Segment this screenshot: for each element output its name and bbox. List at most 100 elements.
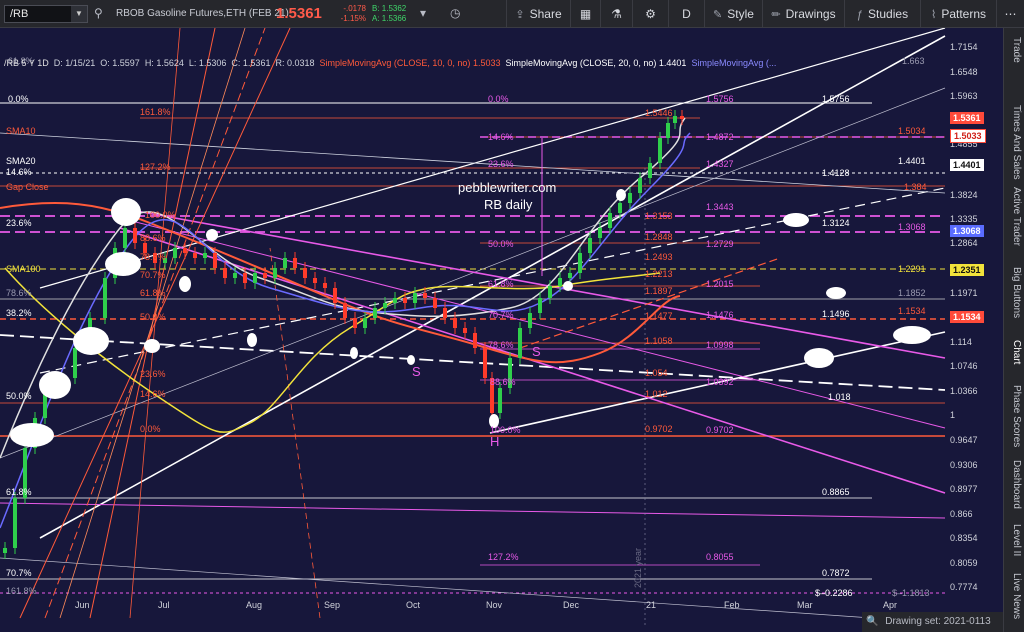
rail-tab-live-news[interactable]: Live News bbox=[1006, 568, 1022, 624]
trendline bbox=[269, 247, 321, 619]
candle-body bbox=[303, 268, 307, 278]
drawings-button[interactable]: ✏ Drawings bbox=[762, 0, 844, 28]
candle-body bbox=[518, 328, 522, 358]
ma-label: SMA20 bbox=[6, 156, 36, 166]
sma-blue-badge: 1.3068 bbox=[950, 225, 984, 237]
gap-label: Gap Close bbox=[6, 182, 49, 192]
fib-value: 1.0392 bbox=[706, 377, 734, 387]
candle-body bbox=[433, 298, 437, 308]
rail-tab-chart[interactable]: Chart bbox=[1006, 334, 1022, 370]
annotation-ellipse bbox=[206, 229, 218, 241]
annotation-ellipse bbox=[804, 348, 834, 368]
time-tick: Sep bbox=[324, 600, 341, 610]
share-button[interactable]: ⇪ Share bbox=[506, 0, 570, 28]
candle-body bbox=[568, 273, 572, 278]
candle-body bbox=[680, 116, 684, 119]
studies-icon: ƒ bbox=[856, 9, 864, 21]
candle-body bbox=[588, 238, 592, 253]
time-tick: Jun bbox=[75, 600, 90, 610]
trendline bbox=[0, 557, 946, 624]
fib-label: 161.8% bbox=[140, 107, 171, 117]
price-tick: 0.866 bbox=[950, 509, 973, 519]
trendline bbox=[0, 502, 946, 519]
sma-yellow-badge: 1.2351 bbox=[950, 264, 984, 276]
more-icon: ⋯ bbox=[1004, 7, 1017, 21]
fib-label: 50.0% bbox=[6, 391, 32, 401]
fib-label: 88.6% bbox=[490, 377, 516, 387]
ma-line bbox=[0, 117, 686, 459]
candle-body bbox=[528, 313, 532, 328]
fib-label: 127.2% bbox=[488, 552, 519, 562]
fib-label: 23.6% bbox=[140, 369, 166, 379]
price-tick: 1.114 bbox=[950, 337, 972, 347]
fib-value: 1.018 bbox=[828, 392, 851, 402]
time-tick: Feb bbox=[724, 600, 740, 610]
pattern-label: S bbox=[412, 364, 421, 379]
watermark-text: pebblewriter.com bbox=[458, 180, 556, 195]
time-tick: Dec bbox=[563, 600, 580, 610]
last-price-badge: 1.5361 bbox=[950, 112, 984, 124]
fib-label: 100.0% bbox=[145, 210, 176, 220]
fib-label: 70.7% bbox=[140, 270, 166, 280]
search-icon[interactable]: 🔍 bbox=[866, 616, 878, 627]
candle-body bbox=[473, 333, 477, 348]
candle-body bbox=[213, 253, 217, 268]
ma-label: SMA100 bbox=[6, 264, 41, 274]
date-label: D: 1/15/21 bbox=[53, 58, 96, 68]
patterns-button[interactable]: ⌇ Patterns bbox=[920, 0, 996, 28]
annotation-ellipse bbox=[350, 347, 358, 359]
fib-value: 1.2291 bbox=[898, 264, 926, 274]
chevron-down-icon[interactable]: ▼ bbox=[71, 6, 87, 22]
annotation-ellipse bbox=[247, 333, 257, 347]
symbol-input[interactable]: /RB ▼ bbox=[4, 5, 88, 23]
fib-value: 1.2015 bbox=[706, 279, 734, 289]
fib-label: 23.6% bbox=[6, 218, 32, 228]
flask-button[interactable]: ⚗ bbox=[600, 0, 632, 28]
more-button[interactable]: ⋯ bbox=[996, 0, 1024, 28]
candle-body bbox=[173, 248, 177, 258]
studies-button[interactable]: ƒ Studies bbox=[844, 0, 920, 28]
style-button[interactable]: ✎ Style bbox=[704, 0, 762, 28]
price-tick: 1.1971 bbox=[950, 288, 978, 298]
settings-button[interactable]: ⚙ bbox=[632, 0, 668, 28]
rail-tab-phase-scores[interactable]: Phase Scores bbox=[1006, 378, 1022, 454]
candle-body bbox=[263, 273, 267, 278]
price-tick: 1.5963 bbox=[950, 91, 978, 101]
grid-button[interactable]: ▦ bbox=[570, 0, 600, 28]
rail-tab-big-buttons[interactable]: Big Buttons bbox=[1006, 258, 1022, 328]
annotation-ellipse bbox=[563, 281, 573, 291]
fib-label: 0.0% bbox=[8, 94, 29, 104]
price-tick: 0.8977 bbox=[950, 484, 978, 494]
candle-body bbox=[273, 268, 277, 278]
fib-value: 1.3153 bbox=[645, 211, 673, 221]
alert-icon[interactable]: ◷ bbox=[450, 6, 460, 20]
last-price: 1.5361 bbox=[276, 5, 322, 22]
price-chart[interactable]: 61.8% 0.0% SMA10 SMA20 14.6% Gap Close 2… bbox=[0, 28, 1003, 632]
link-icon[interactable]: ⚲ bbox=[94, 6, 103, 20]
fib-value: 1.4327 bbox=[706, 159, 734, 169]
fib-value: 1.2848 bbox=[645, 232, 673, 242]
sma-more-label: SimpleMovingAvg (... bbox=[691, 58, 777, 68]
share-icon: ⇪ bbox=[515, 9, 525, 21]
chart-canvas[interactable]: 61.8% 0.0% SMA10 SMA20 14.6% Gap Close 2… bbox=[0, 28, 1003, 632]
rail-tab-level-ii[interactable]: Level II bbox=[1006, 518, 1022, 562]
annotation-ellipse bbox=[105, 252, 141, 276]
candle-body bbox=[123, 228, 127, 248]
bid-value: B: 1.5362 bbox=[372, 4, 407, 13]
dropdown-icon[interactable]: ▾ bbox=[420, 6, 426, 20]
candle-body bbox=[13, 498, 17, 548]
fib-label: 78.6% bbox=[140, 252, 166, 262]
candle-body bbox=[538, 298, 542, 313]
aggregation-button[interactable]: D bbox=[668, 0, 704, 28]
rail-tab-active-trader[interactable]: Active Trader bbox=[1006, 176, 1022, 256]
fib-label: 14.6% bbox=[140, 389, 166, 399]
candle-body bbox=[203, 253, 207, 258]
sma10-label: SimpleMovingAvg (CLOSE, 10, 0, no) bbox=[319, 58, 471, 68]
price-tick: 1.6548 bbox=[950, 67, 978, 77]
rail-tab-dashboard[interactable]: Dashboard bbox=[1006, 454, 1022, 514]
drawing-set-label[interactable]: Drawing set: 2021-0113 bbox=[885, 616, 990, 627]
candle-body bbox=[353, 318, 357, 328]
fib-label: 38.2% bbox=[6, 308, 32, 318]
high-label: H: 1.5624 bbox=[144, 58, 184, 68]
rail-tab-trade[interactable]: Trade bbox=[1006, 34, 1022, 66]
